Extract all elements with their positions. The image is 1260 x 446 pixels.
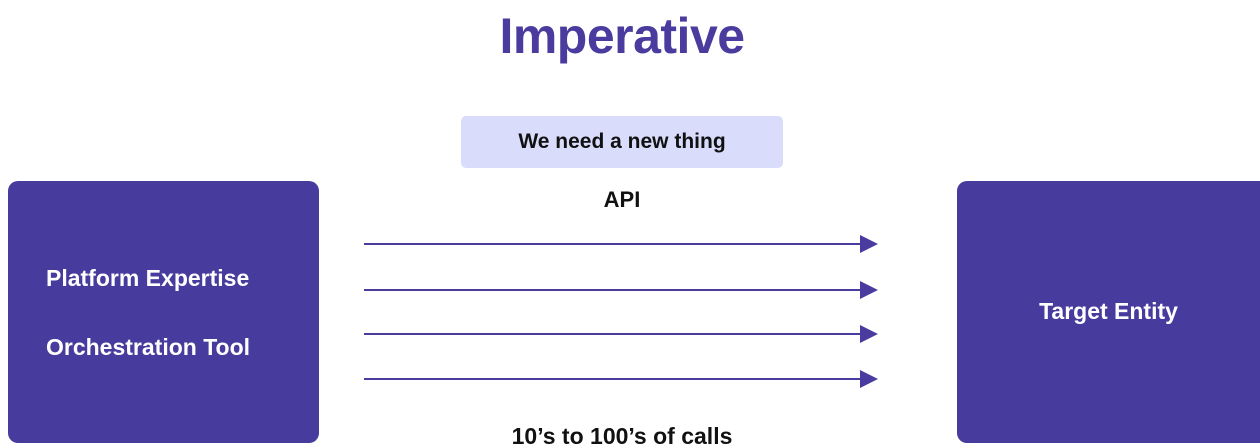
api-label: API [603, 187, 641, 212]
api-call-arrows [364, 235, 878, 388]
request-label: We need a new thing [518, 130, 726, 153]
target-entity-box: Target Entity [957, 181, 1260, 443]
source-line-platform-expertise: Platform Expertise [46, 265, 250, 291]
source-line-orchestration-tool: Orchestration Tool [46, 334, 251, 360]
arrow-3 [364, 325, 878, 343]
target-entity-label: Target Entity [1039, 298, 1178, 324]
diagram-title: Imperative [499, 8, 745, 64]
source-entity-box: Platform Expertise Orchestration Tool [8, 181, 319, 443]
calls-count-label: 10’s to 100’s of calls [511, 423, 733, 446]
arrow-1 [364, 235, 878, 253]
request-label-box: We need a new thing [461, 116, 783, 168]
arrow-2 [364, 281, 878, 299]
arrow-4 [364, 370, 878, 388]
